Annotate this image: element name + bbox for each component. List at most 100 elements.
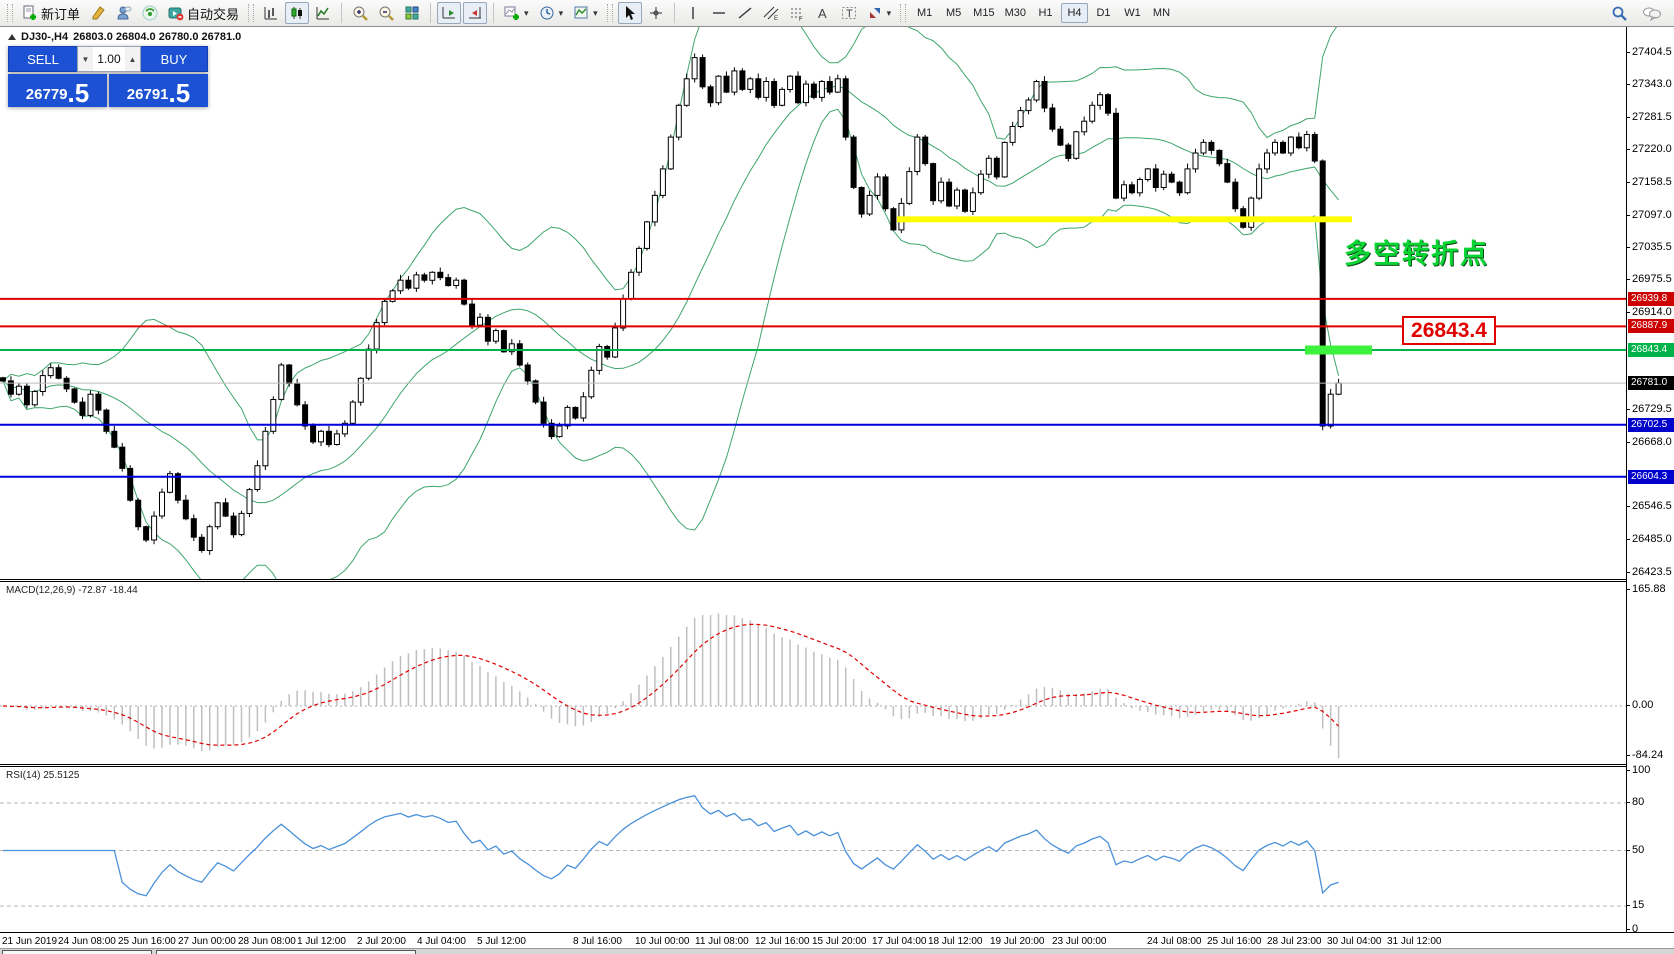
macd-axis-label: 165.88 bbox=[1632, 583, 1666, 595]
sell-price[interactable]: 26779 .5 bbox=[8, 74, 107, 107]
time-axis-label: 12 Jul 16:00 bbox=[755, 936, 810, 947]
cursor-button[interactable] bbox=[618, 2, 642, 24]
channel-button[interactable]: E bbox=[759, 2, 783, 24]
search-button[interactable] bbox=[1607, 2, 1632, 24]
chart-shift-button[interactable] bbox=[463, 2, 487, 24]
indicators-button[interactable]: ▾ bbox=[500, 2, 533, 24]
metaeditor-button[interactable] bbox=[86, 2, 110, 24]
price-tick: 26668.0 bbox=[1632, 436, 1672, 448]
cursor-arrow-icon bbox=[622, 5, 638, 21]
rsi-axis-label: 100 bbox=[1632, 764, 1650, 776]
rsi-axis-label: 80 bbox=[1632, 796, 1644, 808]
macd-label: MACD(12,26,9) -72.87 -18.44 bbox=[6, 585, 138, 596]
zoom-out-icon bbox=[378, 5, 394, 21]
tile-windows-button[interactable] bbox=[400, 2, 424, 24]
main-toolbar: 新订单 bbox=[0, 0, 1674, 27]
price-badge: 26843.4 bbox=[1628, 343, 1674, 357]
timeframe-m30[interactable]: M30 bbox=[1001, 3, 1030, 23]
volume-decrease-button[interactable]: ▼ bbox=[78, 47, 93, 71]
chart-tab[interactable] bbox=[2, 950, 152, 954]
autotrade-label: 自动交易 bbox=[187, 4, 239, 23]
volume-increase-button[interactable]: ▲ bbox=[125, 47, 140, 71]
fibonacci-button[interactable]: F bbox=[785, 2, 809, 24]
template-icon bbox=[573, 5, 589, 21]
mt4-window: 新订单 bbox=[0, 0, 1674, 954]
time-axis-label: 23 Jul 00:00 bbox=[1052, 936, 1107, 947]
window-tabs-strip[interactable] bbox=[0, 948, 1674, 954]
time-axis-label: 21 Jun 2019 bbox=[2, 936, 57, 947]
toolbar-grip[interactable] bbox=[607, 4, 613, 22]
macd-axis-label: 0.00 bbox=[1632, 699, 1653, 711]
text-label-button[interactable]: T bbox=[837, 2, 861, 24]
toolbar-grip[interactable] bbox=[900, 4, 906, 22]
timeframe-h4[interactable]: H4 bbox=[1061, 3, 1088, 23]
candlestick-icon bbox=[289, 5, 305, 21]
arrows-button[interactable]: ▾ bbox=[863, 2, 896, 24]
dropdown-arrow-icon[interactable]: ▾ bbox=[524, 8, 529, 19]
sell-price-main: 26779 bbox=[26, 85, 68, 105]
gold-pencil-icon bbox=[90, 5, 106, 21]
text-a-icon: A bbox=[815, 5, 831, 21]
dropdown-arrow-icon[interactable]: ▾ bbox=[887, 8, 892, 19]
collapse-arrow-icon[interactable] bbox=[8, 34, 16, 40]
symbol-info[interactable]: DJ30-,H4 26803.0 26804.0 26780.0 26781.0 bbox=[8, 31, 241, 43]
time-axis-label: 2 Jul 20:00 bbox=[357, 936, 406, 947]
vertical-line-icon bbox=[685, 5, 701, 21]
price-tick: 26485.0 bbox=[1632, 533, 1672, 545]
volume-stepper: ▼ ▲ bbox=[77, 46, 141, 72]
main-chart-canvas[interactable] bbox=[0, 27, 1626, 579]
chat-button[interactable] bbox=[1638, 2, 1666, 24]
buy-button[interactable]: BUY bbox=[141, 46, 208, 72]
timeframe-mn[interactable]: MN bbox=[1148, 3, 1175, 23]
periods-button[interactable]: ▾ bbox=[535, 2, 568, 24]
dropdown-arrow-icon[interactable]: ▾ bbox=[593, 8, 598, 19]
crosshair-button[interactable] bbox=[644, 2, 668, 24]
bar-chart-icon bbox=[263, 5, 279, 21]
macd-pane-canvas[interactable] bbox=[0, 582, 1626, 764]
rsi-pane-canvas[interactable] bbox=[0, 767, 1626, 932]
search-icon bbox=[1611, 5, 1628, 22]
templates-button[interactable]: ▾ bbox=[569, 2, 602, 24]
svg-text:F: F bbox=[799, 17, 803, 21]
time-axis-label: 25 Jun 16:00 bbox=[118, 936, 176, 947]
text-button[interactable]: A bbox=[811, 2, 835, 24]
price-tick: 27343.0 bbox=[1632, 78, 1672, 90]
timeframe-m15[interactable]: M15 bbox=[969, 3, 998, 23]
chart-shift-icon bbox=[467, 5, 483, 21]
zoom-in-button[interactable] bbox=[348, 2, 372, 24]
trendline-button[interactable] bbox=[733, 2, 757, 24]
time-axis-label: 24 Jun 08:00 bbox=[58, 936, 116, 947]
dropdown-arrow-icon[interactable]: ▾ bbox=[559, 8, 564, 19]
horizontal-line-button[interactable] bbox=[707, 2, 731, 24]
price-tick: 27158.5 bbox=[1632, 176, 1672, 188]
time-axis-label: 30 Jul 04:00 bbox=[1327, 936, 1382, 947]
buy-price-pips: .5 bbox=[169, 81, 191, 105]
candlestick-chart-button[interactable] bbox=[285, 2, 309, 24]
timeframe-w1[interactable]: W1 bbox=[1119, 3, 1146, 23]
bar-chart-button[interactable] bbox=[259, 2, 283, 24]
buy-price[interactable]: 26791 .5 bbox=[109, 74, 208, 107]
toolbar-grip[interactable] bbox=[7, 4, 13, 22]
time-axis-label: 11 Jul 08:00 bbox=[695, 936, 749, 947]
timeframe-m1[interactable]: M1 bbox=[911, 3, 938, 23]
time-axis-label: 18 Jul 12:00 bbox=[928, 936, 983, 947]
toolbar-grip[interactable] bbox=[248, 4, 254, 22]
sell-button[interactable]: SELL bbox=[8, 46, 77, 72]
autotrade-button[interactable]: 自动交易 bbox=[164, 2, 243, 24]
price-tick: 27220.0 bbox=[1632, 143, 1672, 155]
line-chart-button[interactable] bbox=[311, 2, 335, 24]
mql5-community-button[interactable] bbox=[112, 2, 136, 24]
volume-input[interactable] bbox=[93, 47, 125, 71]
timeframe-d1[interactable]: D1 bbox=[1090, 3, 1117, 23]
timeframe-h1[interactable]: H1 bbox=[1032, 3, 1059, 23]
line-chart-icon bbox=[315, 5, 331, 21]
auto-scroll-button[interactable] bbox=[437, 2, 461, 24]
time-axis-label: 8 Jul 16:00 bbox=[573, 936, 622, 947]
vertical-line-button[interactable] bbox=[681, 2, 705, 24]
new-order-button[interactable]: 新订单 bbox=[18, 2, 84, 24]
signals-button[interactable] bbox=[138, 2, 162, 24]
zoom-out-button[interactable] bbox=[374, 2, 398, 24]
chart-tab[interactable] bbox=[156, 950, 416, 954]
macd-axis-label: -84.24 bbox=[1632, 749, 1663, 761]
timeframe-m5[interactable]: M5 bbox=[940, 3, 967, 23]
